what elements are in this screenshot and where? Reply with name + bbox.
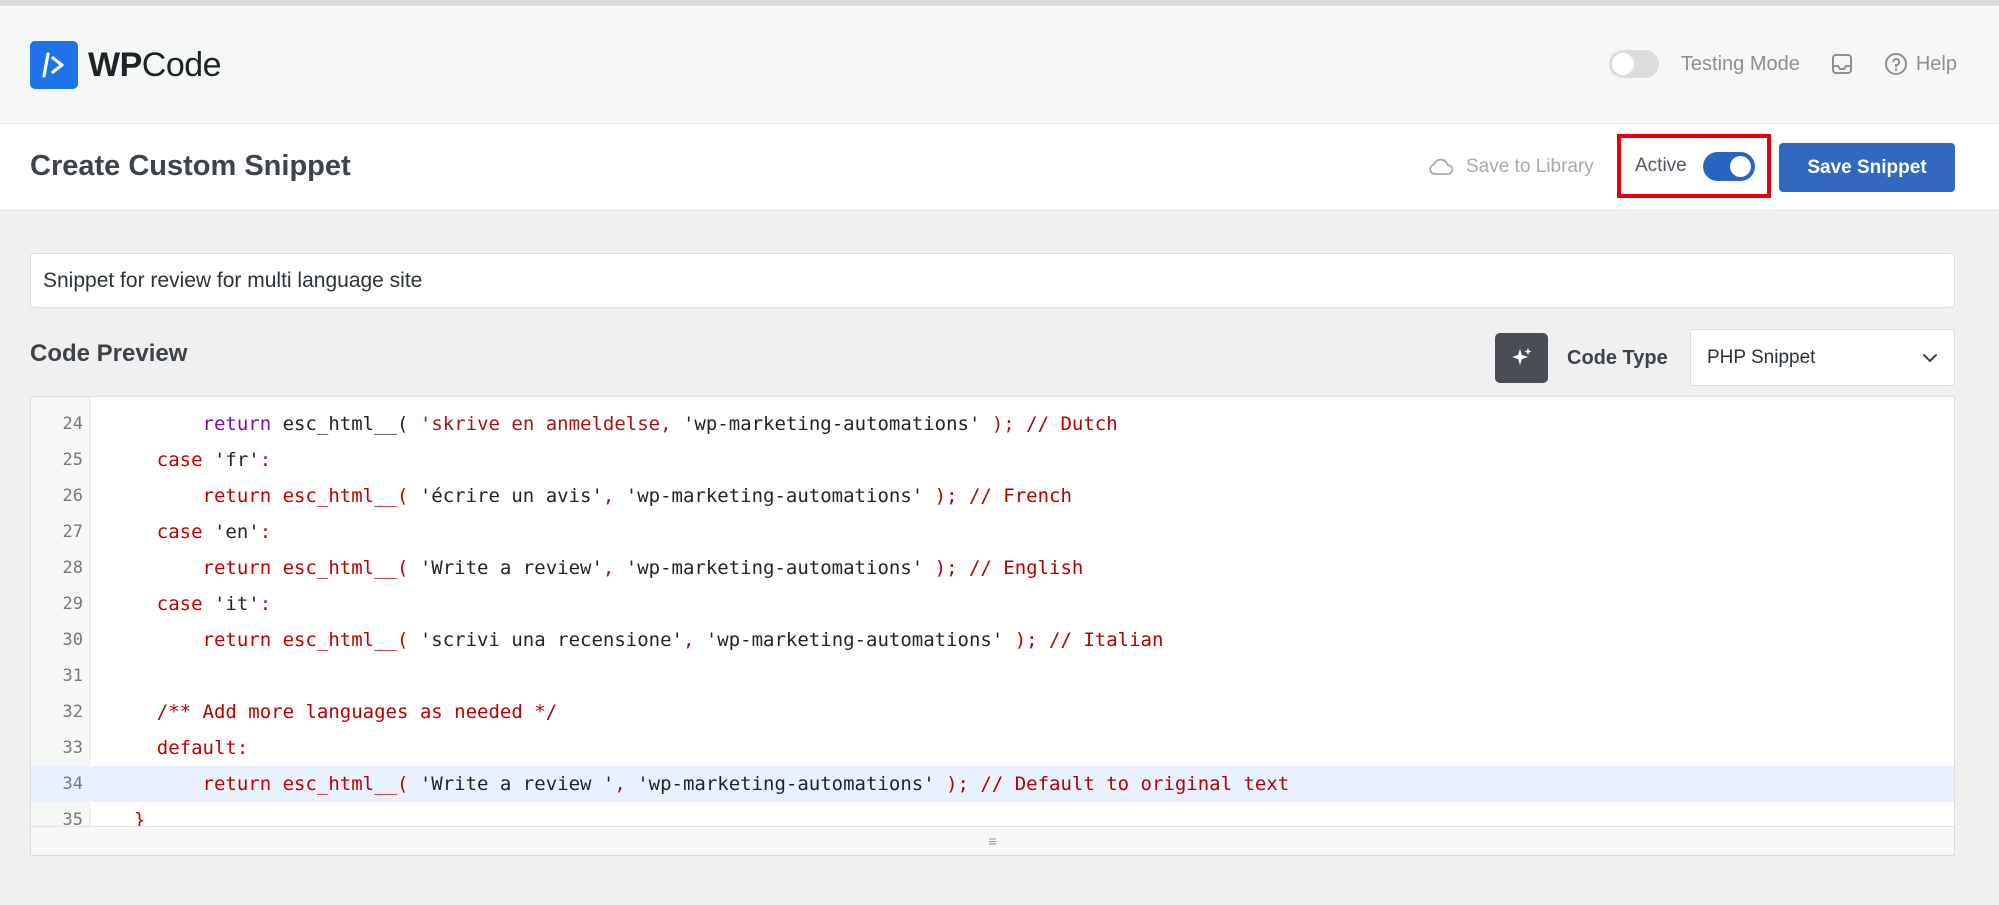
code-text: case 'en':: [156, 521, 272, 543]
cloud-icon: [1429, 158, 1454, 175]
code-text: return esc_html__( 'skrive en anmeldelse…: [202, 413, 1118, 435]
line-number: 31: [62, 666, 83, 686]
code-type-select[interactable]: PHP Snippet: [1690, 329, 1955, 386]
line-number: 33: [62, 738, 83, 758]
save-to-library-button[interactable]: Save to Library: [1428, 156, 1594, 178]
code-type-label: Code Type: [1567, 347, 1668, 369]
code-line: 32 /** Add more languages as needed */: [31, 694, 1954, 730]
code-text: /** Add more languages as needed */: [156, 701, 558, 723]
code-text: return esc_html__( 'scrivi una recension…: [202, 629, 1164, 651]
line-number: 24: [62, 414, 83, 434]
line-number: 34: [62, 774, 83, 794]
line-number: 28: [62, 558, 83, 578]
code-line: 25 case 'fr':: [31, 442, 1954, 478]
code-editor[interactable]: 24 return esc_html__( 'skrive en anmelde…: [30, 396, 1955, 856]
code-lines: 24 return esc_html__( 'skrive en anmelde…: [31, 397, 1954, 831]
code-line: 28 return esc_html__( 'Write a review', …: [31, 550, 1954, 586]
ai-generate-button[interactable]: [1495, 333, 1548, 383]
sparkle-icon: [1511, 348, 1531, 365]
top-bar: WPCode Testing Mode Help: [0, 6, 1999, 124]
code-text: return esc_html__( 'écrire un avis', 'wp…: [202, 485, 1072, 507]
code-line: 30 return esc_html__( 'scrivi una recens…: [31, 622, 1954, 658]
top-actions: Testing Mode Help: [1608, 50, 1957, 78]
line-number: 26: [62, 486, 83, 506]
save-snippet-button[interactable]: Save Snippet: [1779, 143, 1955, 192]
help-circle-icon: [1884, 53, 1907, 75]
code-text: return esc_html__( 'Write a review', 'wp…: [202, 557, 1084, 579]
snippet-title-input[interactable]: [30, 253, 1955, 308]
code-line: 33 default:: [31, 730, 1954, 766]
line-number: 32: [62, 702, 83, 722]
code-text: return esc_html__( 'Write a review ', 'w…: [202, 773, 1290, 795]
page-title: Create Custom Snippet: [30, 150, 351, 182]
code-line: 24 return esc_html__( 'skrive en anmelde…: [31, 406, 1954, 442]
testing-mode-label: Testing Mode: [1680, 52, 1800, 75]
active-toggle[interactable]: [1702, 151, 1755, 181]
line-number: 27: [62, 522, 83, 542]
wpcode-logo-icon: [30, 41, 78, 89]
inbox-icon[interactable]: [1828, 50, 1856, 78]
save-to-library-label: Save to Library: [1466, 156, 1594, 177]
line-number: 29: [62, 594, 83, 614]
code-line: 27 case 'en':: [31, 514, 1954, 550]
chevron-down-icon: [1923, 353, 1937, 362]
code-line: 34 return esc_html__( 'Write a review ',…: [31, 766, 1954, 802]
code-preview-title: Code Preview: [30, 340, 188, 367]
help-button[interactable]: Help: [1884, 52, 1957, 76]
code-text: default:: [156, 737, 249, 759]
code-line: 26 return esc_html__( 'écrire un avis', …: [31, 478, 1954, 514]
wpcode-logo[interactable]: WPCode: [30, 41, 222, 89]
editor-resize-handle[interactable]: ≡: [31, 826, 1954, 855]
line-number: 25: [62, 450, 83, 470]
page-header: Create Custom Snippet Save to Library Ac…: [0, 124, 1999, 211]
line-number: 30: [62, 630, 83, 650]
active-label: Active: [1635, 155, 1687, 176]
help-label: Help: [1915, 52, 1957, 75]
code-line: 29 case 'it':: [31, 586, 1954, 622]
active-toggle-highlight: Active: [1617, 134, 1771, 198]
testing-mode-toggle[interactable]: [1608, 50, 1659, 78]
resize-handle-icon: ≡: [988, 833, 997, 849]
code-text: case 'fr':: [156, 449, 272, 471]
code-text: case 'it':: [156, 593, 272, 615]
code-line: 31: [31, 658, 1954, 694]
code-type-value: PHP Snippet: [1707, 346, 1816, 368]
logo-wordmark: WPCode: [88, 45, 222, 84]
